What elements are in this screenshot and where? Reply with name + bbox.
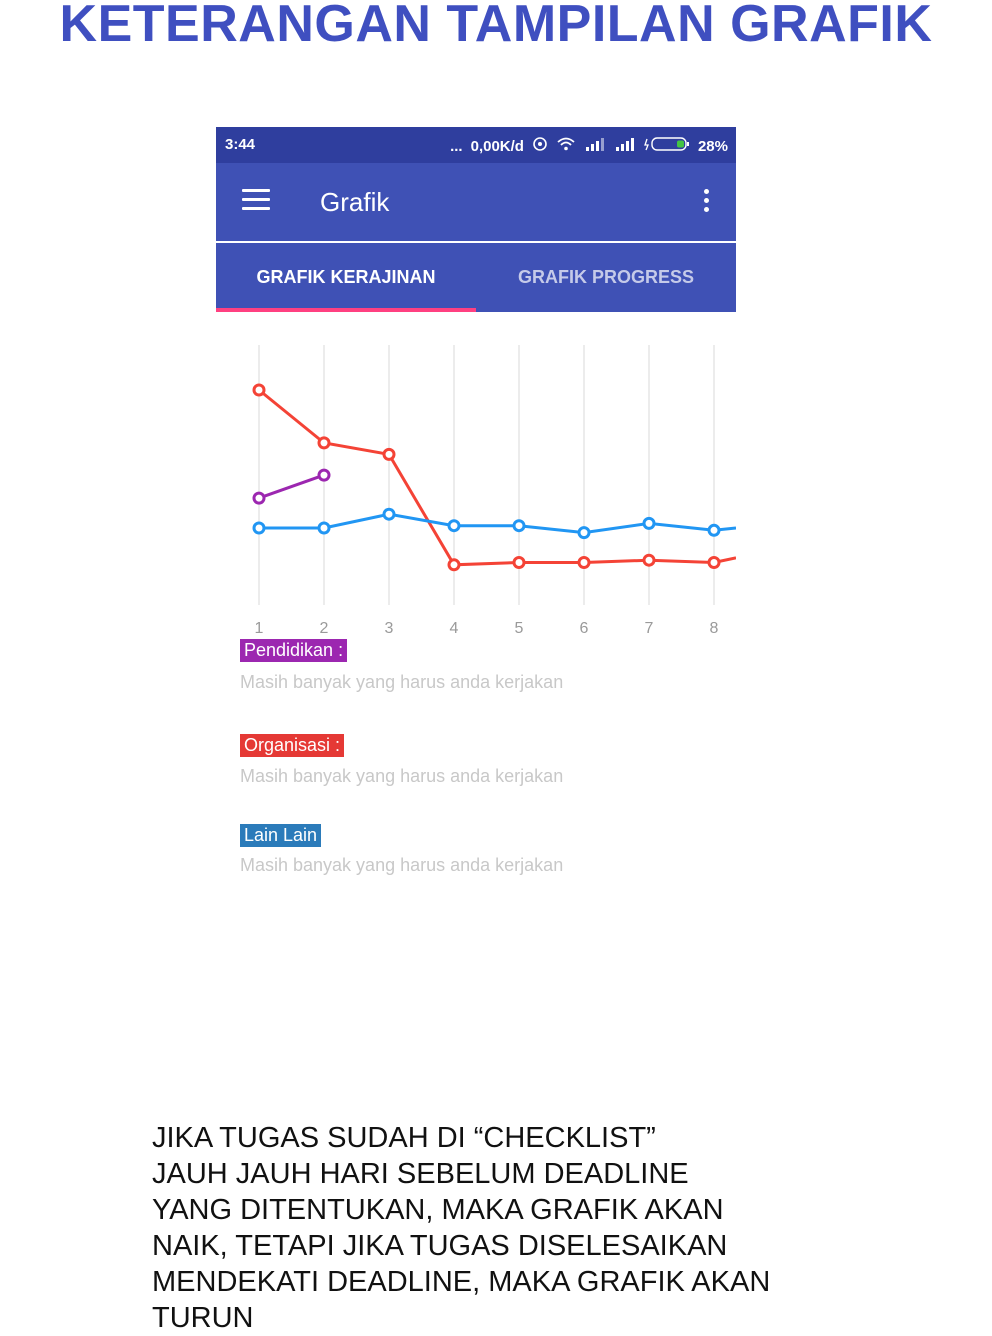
x-tick-label: 4 (450, 620, 459, 637)
tab-grafik-kerajinan[interactable]: GRAFIK KERAJINAN (216, 243, 476, 312)
tab-indicator (216, 308, 476, 312)
data-point-organisasi (317, 436, 331, 450)
page-title: KETERANGAN TAMPILAN GRAFIK (59, 0, 933, 53)
x-tick-label: 1 (255, 620, 264, 637)
status-bar: 3:44 ... 0,00K/d 28% (216, 127, 736, 163)
x-tick-label: 7 (645, 620, 654, 637)
caption-line: YANG DITENTUKAN, MAKA GRAFIK AKAN (152, 1194, 724, 1226)
app-title: Grafik (320, 187, 390, 217)
caption-line: JIKA TUGAS SUDAH DI “CHECKLIST” (152, 1122, 656, 1154)
data-point-lain-lain (512, 519, 526, 533)
more-vert-icon[interactable] (704, 189, 710, 215)
x-tick-label: 2 (320, 620, 329, 637)
phone-screenshot: 3:44 ... 0,00K/d 28% Grafik GRAFIK KERAJ… (216, 127, 736, 887)
data-point-organisasi (382, 447, 396, 461)
legend-desc-pendidikan: Masih banyak yang harus anda kerjakan (240, 672, 564, 692)
caption-text: JIKA TUGAS SUDAH DI “CHECKLIST” JAUH JAU… (152, 1120, 912, 1336)
notification-dots: ... (450, 137, 463, 155)
status-time: 3:44 (225, 136, 256, 153)
data-point-lain-lain (707, 523, 721, 537)
app-bar: Grafik (216, 163, 736, 241)
hotspot-icon (532, 136, 548, 156)
network-speed: 0,00K/d (470, 137, 524, 155)
tab-bar: GRAFIK KERAJINAN GRAFIK PROGRESS (216, 243, 736, 312)
series-line-organisasi (258, 388, 736, 567)
legend-label-lain-lain: Lain Lain (240, 824, 322, 847)
x-tick-label: 3 (385, 620, 394, 637)
data-point-lain-lain (447, 519, 461, 533)
line-chart: 1 2 3 4 5 6 7 8 (252, 345, 736, 637)
data-point-pendidikan (252, 491, 266, 505)
data-point-organisasi (642, 553, 656, 567)
signal-icon-2 (614, 137, 636, 155)
battery-percent: 28% (697, 137, 728, 155)
caption-line: JAUH JAUH HARI SEBELUM DEADLINE (152, 1158, 689, 1190)
x-tick-label: 8 (710, 620, 719, 637)
caption-line: TURUN (152, 1302, 254, 1334)
legend-label-pendidikan: Pendidikan : (240, 639, 348, 662)
hamburger-icon[interactable] (242, 189, 270, 213)
legend-desc-organisasi: Masih banyak yang harus anda kerjakan (240, 766, 564, 786)
data-point-lain-lain (577, 526, 591, 540)
data-point-organisasi (707, 556, 721, 569)
status-icons: ... 0,00K/d 28% (450, 136, 728, 156)
data-point-organisasi (577, 556, 591, 569)
x-tick-label: 6 (580, 620, 589, 637)
series-line-lain-lain (259, 512, 736, 535)
tab-grafik-progress[interactable]: GRAFIK PROGRESS (476, 243, 736, 312)
data-point-lain-lain (317, 521, 331, 535)
legend-desc-lain-lain: Masih banyak yang harus anda kerjakan (240, 855, 564, 875)
x-tick-label: 5 (515, 620, 524, 637)
battery-icon (644, 137, 690, 155)
data-point-lain-lain (252, 521, 266, 535)
caption-line: MENDEKATI DEADLINE, MAKA GRAFIK AKAN (152, 1266, 771, 1298)
legend-label-organisasi: Organisasi : (240, 734, 345, 757)
wifi-icon (556, 136, 576, 156)
data-point-pendidikan (317, 468, 331, 482)
data-point-lain-lain (382, 507, 396, 521)
data-point-organisasi (512, 556, 526, 569)
caption-line: NAIK, TETAPI JIKA TUGAS DISELESAIKAN (152, 1230, 728, 1262)
data-point-organisasi (252, 383, 266, 397)
series-line-pendidikan (258, 473, 325, 500)
data-point-lain-lain (642, 516, 656, 530)
signal-icon (584, 137, 606, 155)
data-point-organisasi (447, 558, 461, 572)
